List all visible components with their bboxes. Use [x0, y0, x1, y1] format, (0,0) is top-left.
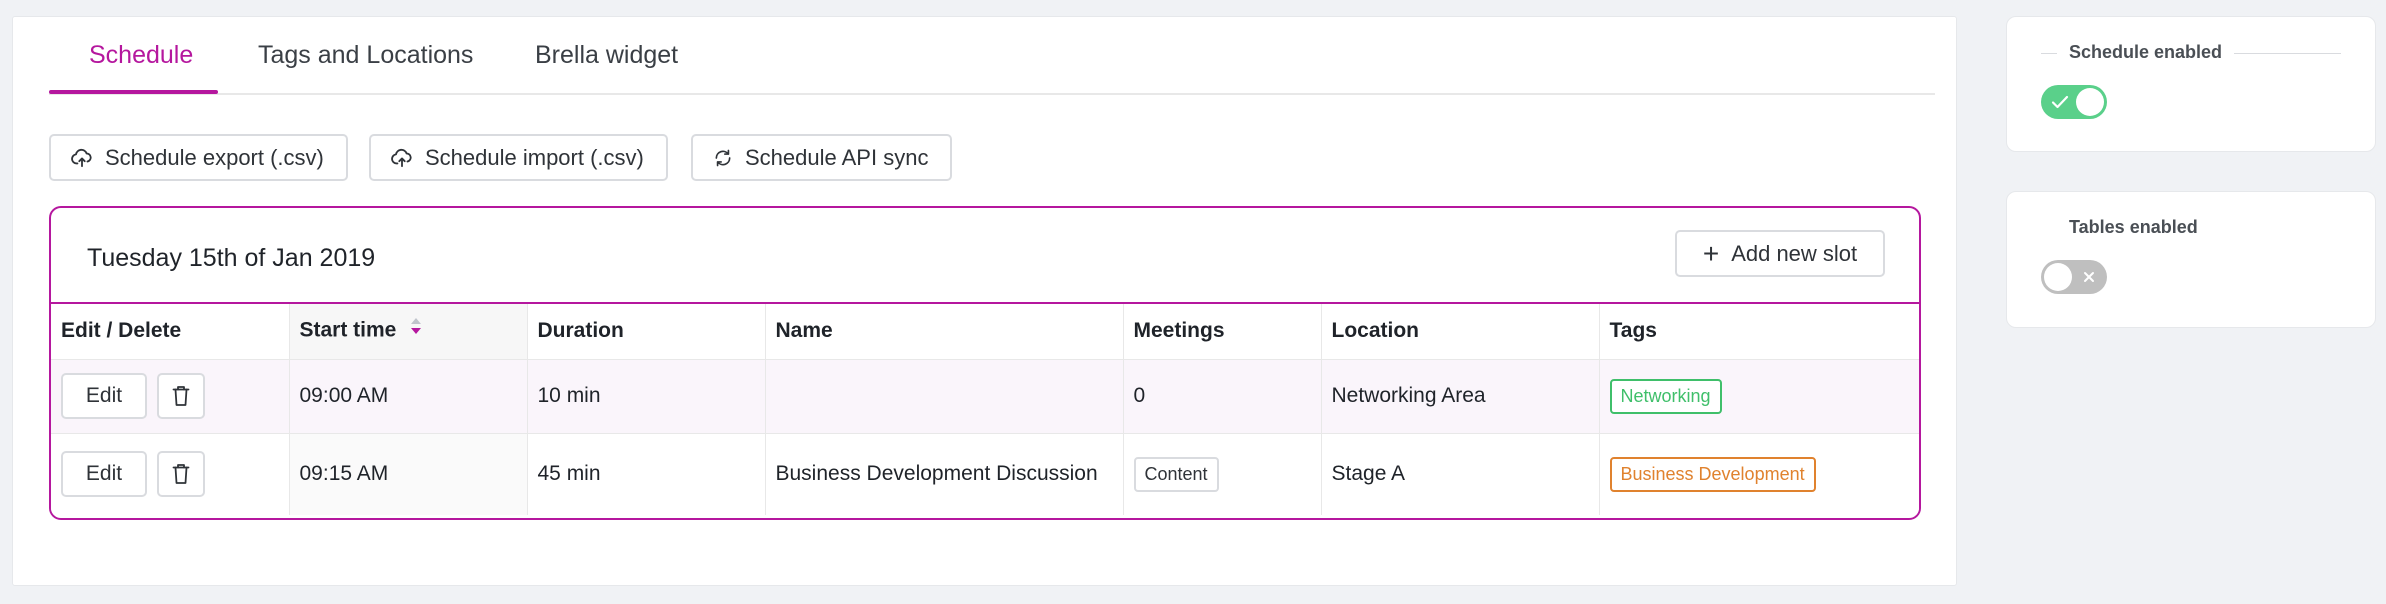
schedule-panel: Schedule Tags and Locations Brella widge… — [12, 16, 1957, 586]
schedule-enabled-card: Schedule enabled — [2006, 16, 2376, 152]
tab-brella-widget[interactable]: Brella widget — [535, 41, 678, 70]
plus-icon: + — [1702, 237, 1720, 269]
add-new-slot-label: Add new slot — [1731, 240, 1858, 266]
delete-button[interactable] — [157, 373, 205, 419]
active-tab-indicator — [49, 90, 218, 94]
header-start-time[interactable]: Start time — [289, 303, 528, 360]
start-time-cell: 09:15 AM — [289, 433, 528, 515]
schedule-api-sync-label: Schedule API sync — [745, 144, 929, 170]
sort-icon[interactable] — [410, 316, 422, 342]
schedule-enabled-label: Schedule enabled — [2057, 42, 2235, 63]
header-start-time-label: Start time — [299, 318, 397, 342]
duration-cell: 45 min — [527, 433, 766, 515]
tab-schedule[interactable]: Schedule — [89, 41, 193, 70]
toggle-knob — [2044, 263, 2072, 291]
schedule-enabled-toggle[interactable] — [2041, 85, 2107, 119]
name-cell: Business Development Discussion — [765, 433, 1124, 515]
location-cell: Networking Area — [1321, 359, 1600, 434]
schedule-import-label: Schedule import (.csv) — [425, 144, 644, 170]
header-location: Location — [1321, 303, 1600, 360]
header-duration: Duration — [527, 303, 766, 360]
add-new-slot-button[interactable]: + Add new slot — [1675, 230, 1885, 277]
close-icon — [2084, 272, 2094, 282]
tags-cell: Networking — [1599, 359, 1919, 434]
trash-icon — [172, 464, 190, 485]
schedule-export-label: Schedule export (.csv) — [105, 144, 324, 170]
header-edit-delete: Edit / Delete — [51, 303, 290, 360]
schedule-table: Edit / Delete Start time Duration Name M… — [51, 302, 1919, 515]
tags-cell: Business Development — [1599, 433, 1919, 515]
row-actions: Edit — [51, 359, 290, 434]
meetings-cell: 0 — [1123, 359, 1322, 434]
tab-tags-and-locations[interactable]: Tags and Locations — [258, 41, 473, 70]
meetings-cell: Content — [1123, 433, 1322, 515]
cloud-upload-icon — [391, 148, 412, 167]
tables-enabled-label: Tables enabled — [2057, 217, 2210, 238]
sync-icon — [715, 149, 731, 166]
day-title: Tuesday 15th of Jan 2019 — [87, 244, 376, 272]
row-actions: Edit — [51, 433, 290, 515]
tag-badge: Networking — [1609, 378, 1722, 414]
header-meetings: Meetings — [1123, 303, 1322, 360]
duration-cell: 10 min — [527, 359, 766, 434]
table-row: Edit 09:15 AM 45 min Business Developmen… — [51, 433, 1919, 515]
tab-bar: Schedule Tags and Locations Brella widge… — [49, 17, 1935, 95]
start-time-cell: 09:00 AM — [289, 359, 528, 434]
toggle-knob — [2076, 88, 2104, 116]
schedule-import-button[interactable]: Schedule import (.csv) — [369, 134, 668, 181]
table-row: Edit 09:00 AM 10 min 0 Networking Area N… — [51, 359, 1919, 434]
schedule-api-sync-button[interactable]: Schedule API sync — [691, 134, 953, 181]
cloud-upload-icon — [71, 148, 92, 167]
day-schedule-card: Tuesday 15th of Jan 2019 + Add new slot … — [49, 206, 1921, 520]
table-header-row: Edit / Delete Start time Duration Name M… — [51, 303, 1919, 360]
check-icon — [2051, 95, 2069, 109]
name-cell — [765, 359, 1124, 434]
tag-badge: Business Development — [1609, 456, 1816, 492]
tables-enabled-card: Tables enabled — [2006, 191, 2376, 328]
header-name: Name — [765, 303, 1124, 360]
edit-button[interactable]: Edit — [61, 451, 147, 498]
tables-enabled-toggle[interactable] — [2041, 260, 2107, 294]
trash-icon — [172, 386, 190, 406]
schedule-export-button[interactable]: Schedule export (.csv) — [49, 134, 348, 181]
edit-button[interactable]: Edit — [61, 373, 147, 419]
delete-button[interactable] — [157, 451, 205, 498]
meetings-badge: Content — [1133, 456, 1219, 492]
header-tags: Tags — [1599, 303, 1919, 360]
location-cell: Stage A — [1321, 433, 1600, 515]
